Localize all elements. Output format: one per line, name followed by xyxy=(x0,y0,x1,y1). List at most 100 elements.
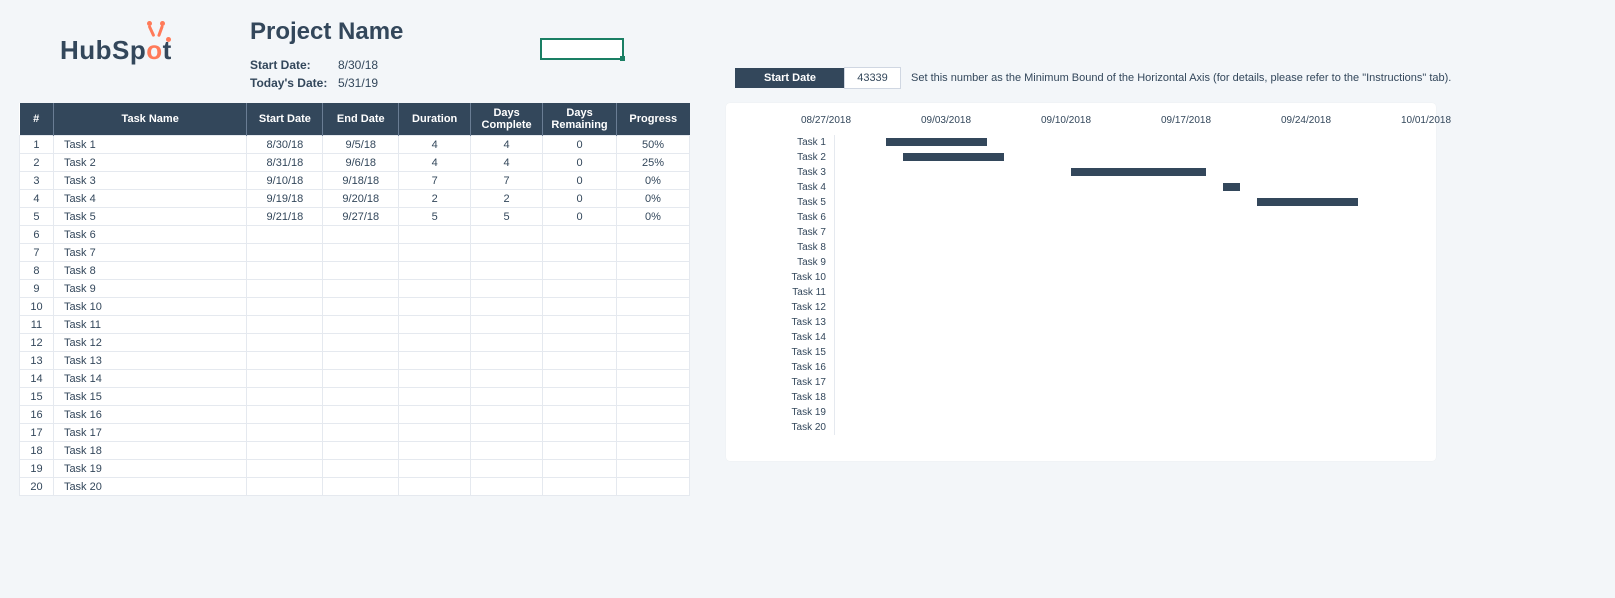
cell-dc[interactable] xyxy=(471,424,543,442)
cell-dur[interactable] xyxy=(399,244,471,262)
cell-e[interactable] xyxy=(323,370,399,388)
cell-dr[interactable]: 0 xyxy=(543,190,617,208)
cell-n[interactable]: 20 xyxy=(20,478,54,496)
cell-p[interactable] xyxy=(617,280,690,298)
cell-p[interactable] xyxy=(617,244,690,262)
cell-dur[interactable]: 4 xyxy=(399,154,471,172)
start-date-value[interactable]: 8/30/18 xyxy=(338,58,378,72)
cell-s[interactable] xyxy=(247,424,323,442)
cell-name[interactable]: Task 13 xyxy=(53,352,247,370)
cell-dr[interactable]: 0 xyxy=(543,208,617,226)
cell-dr[interactable]: 0 xyxy=(543,136,617,154)
cell-name[interactable]: Task 17 xyxy=(53,424,247,442)
cell-name[interactable]: Task 11 xyxy=(53,316,247,334)
cell-e[interactable]: 9/27/18 xyxy=(323,208,399,226)
cell-e[interactable]: 9/6/18 xyxy=(323,154,399,172)
table-row[interactable]: 19Task 19 xyxy=(20,460,690,478)
cell-dc[interactable] xyxy=(471,406,543,424)
cell-p[interactable] xyxy=(617,442,690,460)
cell-n[interactable]: 6 xyxy=(20,226,54,244)
cell-p[interactable] xyxy=(617,352,690,370)
cell-e[interactable] xyxy=(323,352,399,370)
cell-s[interactable]: 9/19/18 xyxy=(247,190,323,208)
cell-n[interactable]: 14 xyxy=(20,370,54,388)
cell-dur[interactable] xyxy=(399,442,471,460)
cell-name[interactable]: Task 16 xyxy=(53,406,247,424)
table-row[interactable]: 7Task 7 xyxy=(20,244,690,262)
table-row[interactable]: 4Task 49/19/189/20/182200% xyxy=(20,190,690,208)
cell-e[interactable] xyxy=(323,244,399,262)
axis-bound-value[interactable]: 43339 xyxy=(844,67,901,89)
cell-name[interactable]: Task 14 xyxy=(53,370,247,388)
cell-name[interactable]: Task 6 xyxy=(53,226,247,244)
cell-n[interactable]: 3 xyxy=(20,172,54,190)
table-row[interactable]: 5Task 59/21/189/27/185500% xyxy=(20,208,690,226)
cell-p[interactable]: 0% xyxy=(617,190,690,208)
cell-p[interactable] xyxy=(617,460,690,478)
cell-e[interactable] xyxy=(323,388,399,406)
cell-n[interactable]: 10 xyxy=(20,298,54,316)
cell-dc[interactable] xyxy=(471,388,543,406)
cell-dur[interactable]: 4 xyxy=(399,136,471,154)
gantt-bar[interactable] xyxy=(1071,168,1206,176)
cell-name[interactable]: Task 12 xyxy=(53,334,247,352)
cell-e[interactable] xyxy=(323,460,399,478)
cell-dc[interactable]: 7 xyxy=(471,172,543,190)
cell-dr[interactable] xyxy=(543,334,617,352)
table-row[interactable]: 6Task 6 xyxy=(20,226,690,244)
cell-s[interactable] xyxy=(247,388,323,406)
cell-dur[interactable] xyxy=(399,406,471,424)
cell-e[interactable]: 9/18/18 xyxy=(323,172,399,190)
cell-s[interactable] xyxy=(247,280,323,298)
cell-dur[interactable] xyxy=(399,370,471,388)
table-row[interactable]: 3Task 39/10/189/18/187700% xyxy=(20,172,690,190)
cell-n[interactable]: 1 xyxy=(20,136,54,154)
cell-s[interactable] xyxy=(247,352,323,370)
cell-dc[interactable] xyxy=(471,298,543,316)
cell-dc[interactable] xyxy=(471,442,543,460)
cell-n[interactable]: 18 xyxy=(20,442,54,460)
cell-dur[interactable] xyxy=(399,334,471,352)
table-row[interactable]: 8Task 8 xyxy=(20,262,690,280)
gantt-bar[interactable] xyxy=(886,138,987,146)
cell-name[interactable]: Task 2 xyxy=(53,154,247,172)
gantt-bar[interactable] xyxy=(1257,198,1358,206)
cell-e[interactable] xyxy=(323,478,399,496)
cell-p[interactable] xyxy=(617,406,690,424)
cell-s[interactable] xyxy=(247,442,323,460)
cell-dc[interactable] xyxy=(471,280,543,298)
cell-dur[interactable] xyxy=(399,316,471,334)
cell-p[interactable] xyxy=(617,388,690,406)
cell-p[interactable] xyxy=(617,424,690,442)
table-row[interactable]: 20Task 20 xyxy=(20,478,690,496)
cell-dc[interactable] xyxy=(471,460,543,478)
cell-dur[interactable]: 2 xyxy=(399,190,471,208)
cell-dr[interactable] xyxy=(543,370,617,388)
selected-cell[interactable] xyxy=(540,38,624,60)
cell-e[interactable] xyxy=(323,316,399,334)
cell-name[interactable]: Task 4 xyxy=(53,190,247,208)
cell-dr[interactable] xyxy=(543,244,617,262)
cell-n[interactable]: 5 xyxy=(20,208,54,226)
cell-dr[interactable] xyxy=(543,316,617,334)
cell-name[interactable]: Task 15 xyxy=(53,388,247,406)
cell-n[interactable]: 19 xyxy=(20,460,54,478)
cell-dc[interactable]: 2 xyxy=(471,190,543,208)
cell-dur[interactable]: 7 xyxy=(399,172,471,190)
cell-dur[interactable] xyxy=(399,424,471,442)
cell-e[interactable] xyxy=(323,334,399,352)
cell-dc[interactable] xyxy=(471,352,543,370)
cell-e[interactable] xyxy=(323,226,399,244)
cell-dc[interactable]: 4 xyxy=(471,136,543,154)
cell-dur[interactable] xyxy=(399,352,471,370)
cell-name[interactable]: Task 5 xyxy=(53,208,247,226)
cell-name[interactable]: Task 1 xyxy=(53,136,247,154)
cell-n[interactable]: 15 xyxy=(20,388,54,406)
cell-n[interactable]: 13 xyxy=(20,352,54,370)
cell-s[interactable] xyxy=(247,478,323,496)
cell-dr[interactable] xyxy=(543,478,617,496)
cell-name[interactable]: Task 7 xyxy=(53,244,247,262)
cell-dr[interactable]: 0 xyxy=(543,154,617,172)
cell-name[interactable]: Task 20 xyxy=(53,478,247,496)
table-row[interactable]: 13Task 13 xyxy=(20,352,690,370)
